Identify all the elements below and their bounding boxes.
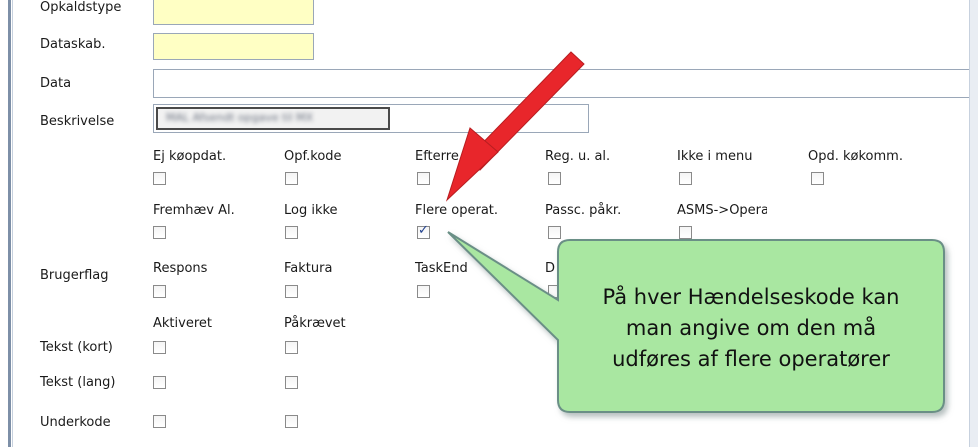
pakraevet-underkode-checkbox[interactable] [285,415,298,428]
data-field[interactable] [153,69,971,98]
flag-label-ikke-i-menu: Ikke i menu [677,149,753,164]
aktiveret-underkode-checkbox[interactable] [153,415,166,428]
flag-checkbox-efterre[interactable] [417,172,430,185]
flag-label-reg-u-al: Reg. u. al. [545,149,611,164]
label-data: Data [40,76,72,91]
flag-label-respons: Respons [153,261,208,276]
flag-checkbox-passc-pakr[interactable] [548,226,561,239]
opkaldstype-field[interactable] [153,0,314,25]
label-beskrivelse: Beskrivelse [40,114,115,129]
beskrivelse-field[interactable]: MAL Afsendt opgave til MX [153,104,589,133]
flag-label-asms-operat: ASMS->Operat [677,203,767,218]
beskrivelse-highlight: MAL Afsendt opgave til MX [156,107,390,130]
callout-shape [445,51,945,413]
label-tekst-lang: Tekst (lang) [40,375,116,390]
flag-label-d: D [545,261,556,276]
label-dataskab: Dataskab. [40,37,106,52]
window-left-border [0,0,13,447]
label-underkode: Underkode [40,415,111,430]
flag-label-taskend: TaskEnd [415,261,468,276]
flag-label-opf-kode: Opf.kode [284,149,342,164]
callout-line-2: man angive om den må [625,316,877,340]
flag-checkbox-respons[interactable] [153,285,166,298]
flag-label-ej-koopdat: Ej køopdat. [153,149,227,164]
aktiveret-tekst-lang-checkbox[interactable] [153,376,166,389]
flag-label-faktura: Faktura [284,261,333,276]
flag-checkbox-log-ikke[interactable] [285,226,298,239]
flag-checkbox-taskend[interactable] [417,285,430,298]
callout-line-3: udføres af flere operatører [612,347,890,371]
flag-checkbox-fremhaev-al[interactable] [153,226,166,239]
flag-label-fremhaev-al: Fremhæv Al. [153,203,235,218]
flag-label-efterre: Efterre [415,149,459,164]
label-opkaldstype: Opkaldstype [40,0,122,15]
pakraevet-tekst-kort-checkbox[interactable] [285,341,298,354]
flag-checkbox-ikke-i-menu[interactable] [679,172,692,185]
flag-label-opd-kokomm: Opd. køkomm. [808,149,903,164]
beskrivelse-value: MAL Afsendt opgave til MX [166,111,314,124]
label-brugerflag: Brugerflag [40,268,109,283]
pakraevet-tekst-lang-checkbox[interactable] [285,376,298,389]
flag-label-log-ikke: Log ikke [284,203,338,218]
flag-checkbox-opf-kode[interactable] [285,172,298,185]
callout-text: På hver Hændelseskode kan man angive om … [556,282,946,375]
flag-checkbox-ej-koopdat[interactable] [153,172,166,185]
aktiveret-tekst-kort-checkbox[interactable] [153,341,166,354]
window-right-border [969,0,978,447]
flag-label-passc-pakr: Passc. påkr. [545,203,622,218]
dataskab-field[interactable] [153,33,314,60]
flag-checkbox-asms-operat[interactable] [679,226,692,239]
flag-label-flere-operat: Flere operat. [415,203,499,218]
label-tekst-kort: Tekst (kort) [40,340,113,355]
flag-checkbox-faktura[interactable] [285,285,298,298]
flag-label-aktiveret: Aktiveret [153,316,212,331]
flag-label-pakraevet: Påkrævet [284,316,346,331]
flag-checkbox-opd-kokomm[interactable] [811,172,824,185]
flag-checkbox-flere-operat[interactable] [417,223,430,239]
flag-checkbox-reg-u-al[interactable] [548,172,561,185]
callout-line-1: På hver Hændelseskode kan [602,285,900,309]
